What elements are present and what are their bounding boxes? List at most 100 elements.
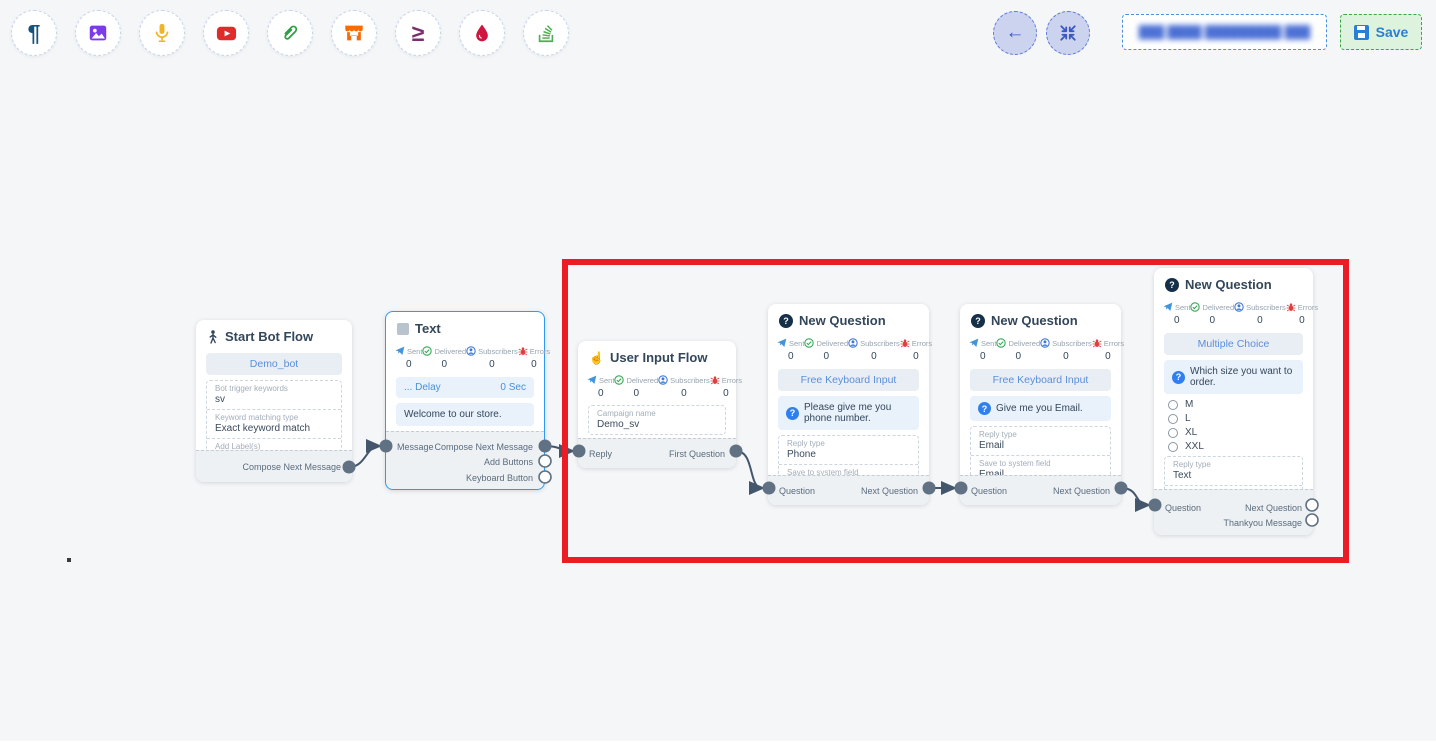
- save-label: Save: [1376, 24, 1409, 40]
- node-title: New Question: [799, 313, 886, 328]
- radio-icon[interactable]: [1168, 414, 1178, 424]
- back-button[interactable]: [993, 11, 1037, 55]
- radio-icon[interactable]: [1168, 428, 1178, 438]
- store-icon: [343, 22, 365, 44]
- delay-row[interactable]: ... Delay 0 Sec: [396, 377, 534, 398]
- question-type-button[interactable]: Free Keyboard Input: [970, 369, 1111, 391]
- field-campaign-name[interactable]: Campaign name Demo_sv: [589, 406, 725, 434]
- output-first-question[interactable]: First Question: [669, 449, 725, 459]
- sent-icon: [587, 375, 597, 385]
- node-title: User Input Flow: [610, 350, 708, 365]
- question-bubble-icon: [786, 407, 799, 420]
- stack-icon: [535, 22, 557, 44]
- node-new-question-3[interactable]: New Question Sent0 Delivered0 Subscriber…: [1154, 268, 1313, 535]
- stats-row: Sent0 Delivered0 Subscribers0 Errors0: [386, 340, 544, 372]
- question-bubble-icon: [1172, 371, 1185, 384]
- question-preview[interactable]: Which size you want to order.: [1164, 360, 1303, 394]
- field-trigger-keywords[interactable]: Bot trigger keywords sv: [207, 381, 341, 409]
- stats-row: Sent0 Delivered0 Subscribers0 Errors0: [768, 332, 929, 364]
- question-text: Please give me you phone number.: [804, 402, 911, 424]
- input-message[interactable]: Message: [397, 442, 434, 452]
- node-header: New Question: [768, 304, 929, 332]
- node-text[interactable]: Text Sent0 Delivered0 Subscribers0 Error…: [385, 311, 545, 490]
- output-compose-next-message[interactable]: Compose Next Message: [434, 442, 533, 452]
- question-preview[interactable]: Give me you Email.: [970, 396, 1111, 421]
- errors-icon: [1092, 338, 1102, 348]
- walking-person-icon: [207, 330, 219, 344]
- errors-icon: [900, 338, 910, 348]
- question-type-button[interactable]: Multiple Choice: [1164, 333, 1303, 355]
- toolbar-audio-button[interactable]: [139, 10, 185, 56]
- droplet-icon: [472, 23, 492, 43]
- greater-equal-icon: [412, 22, 425, 45]
- option-row[interactable]: XXL: [1168, 441, 1313, 452]
- question-type-button[interactable]: Free Keyboard Input: [778, 369, 919, 391]
- compress-icon: [1059, 24, 1077, 42]
- sent-icon: [395, 346, 405, 356]
- text-block-icon: [397, 323, 409, 335]
- flow-name-input[interactable]: ███ ████ █████████ ███: [1122, 14, 1327, 50]
- bot-name-button[interactable]: Demo_bot: [206, 353, 342, 375]
- message-preview[interactable]: Welcome to our store.: [396, 403, 534, 426]
- delivered-icon: [1190, 302, 1200, 312]
- output-next-question[interactable]: Next Question: [1053, 486, 1110, 496]
- campaign-fields: Campaign name Demo_sv: [588, 405, 726, 435]
- node-header: Start Bot Flow: [196, 320, 352, 348]
- subscribers-icon: [466, 346, 476, 356]
- save-button[interactable]: Save: [1340, 14, 1422, 50]
- toolbar-file-button[interactable]: [267, 10, 313, 56]
- question-icon: [1165, 278, 1179, 292]
- output-keyboard-button[interactable]: Keyboard Button: [466, 473, 533, 483]
- toolbar-text-button[interactable]: [11, 10, 57, 56]
- node-header: User Input Flow: [578, 341, 736, 369]
- node-new-question-1[interactable]: New Question Sent0 Delivered0 Subscriber…: [768, 304, 929, 505]
- youtube-icon: [215, 22, 238, 45]
- option-row[interactable]: XL: [1168, 427, 1313, 438]
- output-next-question[interactable]: Next Question: [861, 486, 918, 496]
- node-user-input-flow[interactable]: User Input Flow Sent0 Delivered0 Subscri…: [578, 341, 736, 468]
- node-footer: Message Compose Next Message Add Buttons…: [386, 431, 544, 489]
- toolbar-drip-button[interactable]: [459, 10, 505, 56]
- delivered-icon: [614, 375, 624, 385]
- microphone-icon: [151, 22, 173, 44]
- node-header: Text: [386, 312, 544, 340]
- fit-screen-button[interactable]: [1046, 11, 1090, 55]
- input-reply[interactable]: Reply: [589, 449, 612, 459]
- node-start-bot-flow[interactable]: Start Bot Flow Demo_bot Bot trigger keyw…: [196, 320, 352, 482]
- sent-icon: [777, 338, 787, 348]
- message-text: Welcome to our store.: [404, 409, 502, 420]
- node-header: New Question: [1154, 268, 1313, 296]
- subscribers-icon: [1040, 338, 1050, 348]
- question-preview[interactable]: Please give me you phone number.: [778, 396, 919, 430]
- question-bubble-icon: [978, 402, 991, 415]
- field-reply-type[interactable]: Reply type Phone: [779, 436, 918, 464]
- output-next-question[interactable]: Next Question: [1245, 503, 1302, 513]
- toolbar-image-button[interactable]: [75, 10, 121, 56]
- field-matching-type[interactable]: Keyword matching type Exact keyword matc…: [207, 409, 341, 438]
- toolbar-ecommerce-button[interactable]: [331, 10, 377, 56]
- option-row[interactable]: L: [1168, 413, 1313, 424]
- toolbar-video-button[interactable]: [203, 10, 249, 56]
- node-footer: Question Next Question Thankyou Message: [1154, 489, 1313, 535]
- input-question[interactable]: Question: [1165, 503, 1201, 513]
- connector-start-to-text: [349, 446, 379, 467]
- output-thankyou-message[interactable]: Thankyou Message: [1223, 518, 1302, 528]
- delivered-icon: [996, 338, 1006, 348]
- radio-icon[interactable]: [1168, 442, 1178, 452]
- field-reply-type[interactable]: Reply type Email: [971, 427, 1110, 455]
- flow-canvas[interactable]: ███ ████ █████████ ███ Save Start Bot Fl…: [0, 0, 1436, 748]
- toolbar-condition-button[interactable]: [395, 10, 441, 56]
- field-reply-type[interactable]: Reply type Text: [1165, 457, 1302, 485]
- output-add-buttons[interactable]: Add Buttons: [484, 457, 533, 467]
- node-new-question-2[interactable]: New Question Sent0 Delivered0 Subscriber…: [960, 304, 1121, 505]
- toolbar-sequence-button[interactable]: [523, 10, 569, 56]
- sent-icon: [969, 338, 979, 348]
- radio-icon[interactable]: [1168, 400, 1178, 410]
- input-question[interactable]: Question: [971, 486, 1007, 496]
- node-title: Start Bot Flow: [225, 329, 313, 344]
- paperclip-icon: [279, 22, 301, 44]
- question-icon: [971, 314, 985, 328]
- option-row[interactable]: M: [1168, 399, 1313, 410]
- input-question[interactable]: Question: [779, 486, 815, 496]
- output-compose-next-message[interactable]: Compose Next Message: [242, 462, 341, 472]
